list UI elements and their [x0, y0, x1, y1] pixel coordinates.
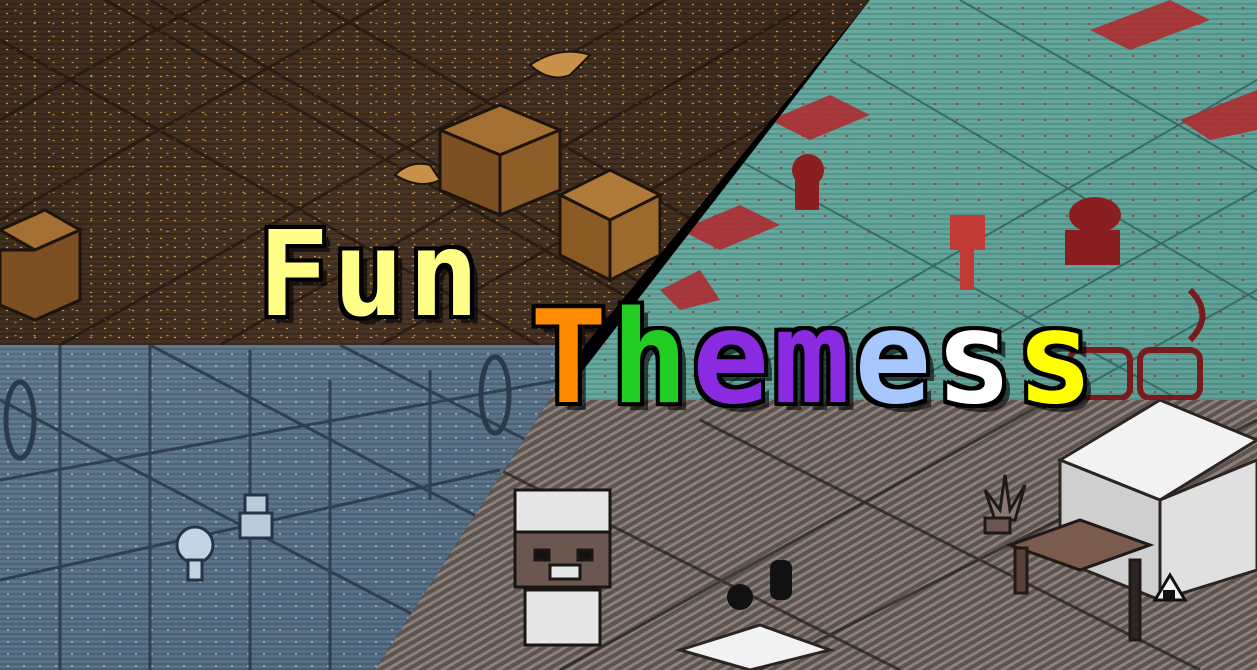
- white-cube-icon: [674, 398, 1257, 670]
- plant-icon: [983, 474, 1027, 535]
- pot-icon: [727, 560, 792, 610]
- theme-collage: Fun Themess: [0, 0, 1257, 670]
- crate-icon: [436, 103, 564, 218]
- character-icon: [792, 154, 1121, 290]
- chef-character-icon: [513, 488, 612, 647]
- bulb-icon: [175, 525, 215, 582]
- table-icon: [1005, 518, 1155, 642]
